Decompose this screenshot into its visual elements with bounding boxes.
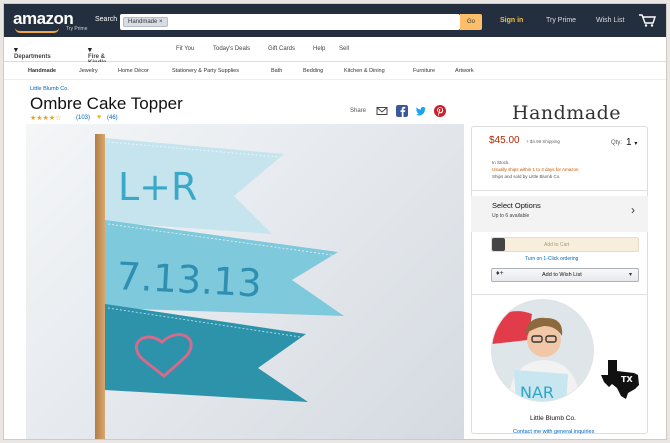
contact-seller-link[interactable]: Contact me with general inquiries [513,429,594,435]
price: $45.00 [489,135,520,146]
divider [472,294,647,295]
pinterest-icon[interactable] [434,105,446,117]
subnav-link[interactable]: Fit You [176,46,194,52]
try-prime-link[interactable]: Try Prime [546,17,576,24]
category-item[interactable]: Kitchen & Dining [344,68,385,74]
category-nav: Handmade Jewelry Home Décor Stationery &… [4,62,666,80]
quantity-label: Qty: [611,140,623,146]
svg-text:NAR: NAR [520,383,554,402]
logo-smile-icon [15,28,59,33]
browser-frame: amazon Try Prime Search Handmade × Go Si… [3,3,667,440]
flag-text-date: 7.13.13 [116,254,263,306]
category-item[interactable]: Artwork [455,68,474,74]
fire-kindle-menu[interactable]: Fire & Kindle ▾ [88,45,106,66]
add-to-wish-list-label[interactable]: Add to Wish List [542,272,582,278]
seller-avatar[interactable]: NAR [491,299,594,402]
subnav-link[interactable]: Today's Deals [213,46,250,52]
wooden-stick [95,134,105,439]
texas-badge-icon: TX [601,360,639,399]
twitter-icon[interactable] [415,105,427,117]
stock-status: In Stock. [492,160,510,165]
search-scope-chip[interactable]: Handmade × [123,17,168,27]
cart-icon[interactable] [638,13,656,27]
flag-text-initials: L+R [118,165,197,209]
star-rating[interactable]: ★★★★☆ [30,114,61,122]
share-label: Share [350,108,367,114]
seller-name[interactable]: Little Blumb Co. [530,415,576,422]
category-item[interactable]: Stationery & Party Supplies [172,68,239,74]
sub-navbar: Departments ▾ Fire & Kindle ▾ Fit You To… [4,37,666,66]
quantity-select[interactable]: 1 ▾ [626,137,637,148]
sold-by: Ships and sold by Little Blumb Co. [492,174,561,179]
handmade-brand: Handmade [512,102,622,124]
search-scope-label: Handmade [128,19,158,25]
cart-button-icon [492,238,505,251]
review-count[interactable]: (103) [76,115,90,121]
texas-badge-label: TX [621,375,633,384]
flag-bottom [105,304,308,402]
search-input[interactable]: Handmade × [120,14,460,30]
product-title: Ombre Cake Topper [30,94,183,113]
shop-link[interactable]: Little Blumb Co. [30,86,69,92]
logo-tagline: Try Prime [66,26,88,32]
chevron-down-icon[interactable]: ▾ [629,271,632,278]
category-item[interactable]: Jewelry [79,68,98,74]
category-item[interactable]: Bedding [303,68,323,74]
sign-in-link[interactable]: Sign in [500,17,523,24]
facebook-icon[interactable] [396,105,408,117]
subnav-link[interactable]: Gift Cards [268,46,295,52]
wish-list-add-icon: ♦+ [496,270,504,277]
one-click-link[interactable]: Turn on 1-Click ordering [525,256,578,262]
category-item[interactable]: Handmade [28,68,56,74]
search-button[interactable]: Go [460,14,482,30]
category-item[interactable]: Home Décor [118,68,149,74]
category-item[interactable]: Bath [271,68,282,74]
select-options-title[interactable]: Select Options [492,201,541,210]
top-navbar: amazon Try Prime Search Handmade × Go Si… [4,4,666,37]
add-to-cart-label[interactable]: Add to Cart [544,242,569,248]
search-label: Search [95,16,118,23]
wish-list-link[interactable]: Wish List [596,17,624,24]
amazon-logo[interactable]: amazon [13,9,74,29]
favorite-icon: ♥ [97,114,102,121]
email-icon[interactable] [376,105,388,117]
shipping-cost: + $4.99 Shipping [526,139,560,144]
delivery-estimate: Usually ships within 1 to 3 days for Ama… [492,167,579,172]
subnav-link[interactable]: Help [313,46,325,52]
subnav-link[interactable]: Sell [339,46,349,52]
departments-menu[interactable]: Departments ▾ [14,45,51,60]
favorite-count[interactable]: (46) [107,115,118,121]
divider [472,190,647,191]
product-image[interactable]: L+R 7.13.13 [26,124,464,439]
chevron-right-icon[interactable]: › [631,203,635,217]
category-item[interactable]: Furniture [413,68,435,74]
select-options-sub: Up to 6 available [492,213,530,219]
